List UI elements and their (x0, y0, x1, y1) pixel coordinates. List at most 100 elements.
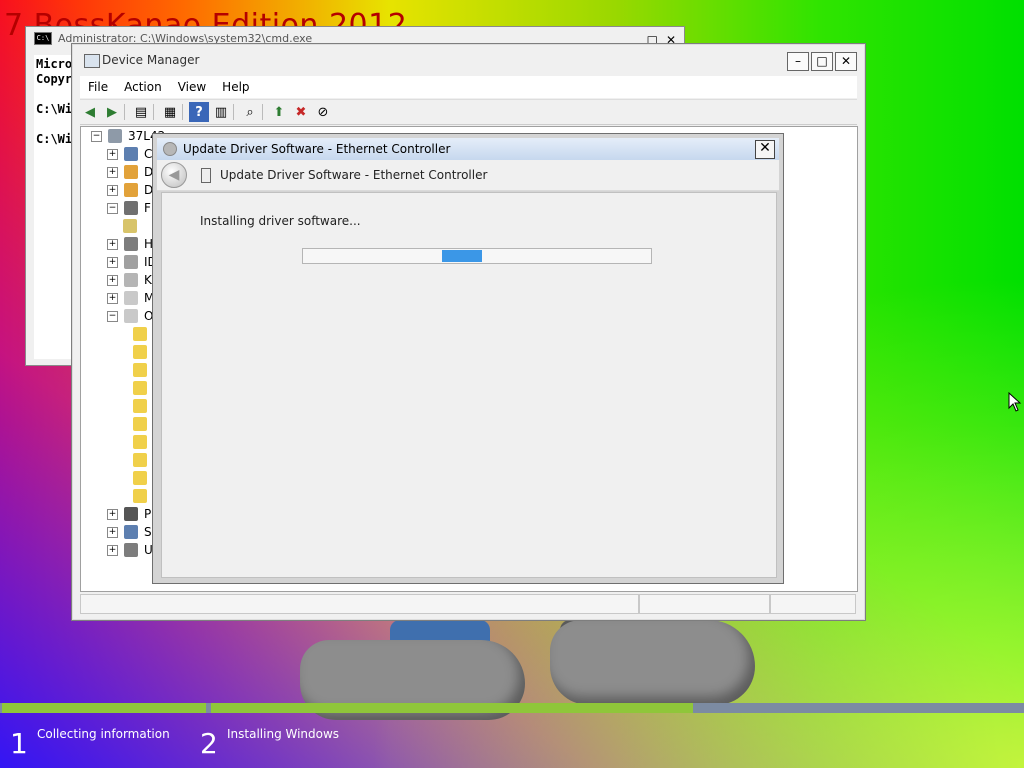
menu-help[interactable]: Help (214, 80, 257, 94)
expand-icon[interactable]: + (107, 148, 118, 160)
warning-device-icon (133, 417, 147, 431)
menu-file[interactable]: File (80, 80, 116, 94)
tree-item[interactable] (123, 217, 143, 235)
setup-progress-step-1 (2, 703, 206, 713)
expand-icon[interactable]: + (107, 256, 118, 268)
toolbar-separator (153, 104, 158, 120)
tree-item[interactable]: + Pr (107, 505, 156, 523)
device-manager-title: Device Manager (102, 53, 200, 67)
collapse-icon[interactable]: − (91, 130, 102, 142)
menu-action[interactable]: Action (116, 80, 170, 94)
tree-item[interactable]: − Fl (107, 199, 154, 217)
toolbar-separator (233, 104, 238, 120)
tree-item[interactable] (133, 415, 153, 433)
other-devices-icon (124, 309, 138, 323)
hid-icon (124, 237, 138, 251)
keyboard-icon (124, 273, 138, 287)
toolbar: ◀ ▶ ▤ ▦ ? ▥ ⌕ ⬆ ✖ ⊘ (80, 99, 857, 125)
tree-item[interactable]: − O (107, 307, 153, 325)
warning-device-icon (133, 363, 147, 377)
floppy-device-icon (123, 219, 137, 233)
step-label: Installing Windows (227, 727, 340, 741)
maximize-button[interactable]: □ (811, 52, 833, 71)
back-arrow-icon[interactable]: ◀ (80, 102, 100, 122)
tree-item[interactable] (133, 451, 153, 469)
step-number: 2 (200, 727, 218, 760)
toolbar-separator (182, 104, 187, 120)
expand-icon[interactable]: + (107, 526, 118, 538)
warning-device-icon (133, 327, 147, 341)
status-pane-3 (770, 594, 856, 614)
floppy-controller-icon (124, 201, 138, 215)
uninstall-icon[interactable]: ✖ (291, 102, 311, 122)
system-devices-icon (124, 525, 138, 539)
collapse-icon[interactable]: − (107, 310, 118, 322)
warning-device-icon (133, 471, 147, 485)
expand-icon[interactable]: + (107, 508, 118, 520)
progress-chunk (442, 250, 482, 262)
back-button[interactable]: ◀ (161, 162, 187, 188)
step-label: Collecting information (37, 727, 170, 741)
disable-device-icon[interactable]: ⊘ (313, 102, 333, 122)
minimize-button[interactable]: – (787, 52, 809, 71)
action-pane-icon[interactable]: ▥ (211, 102, 231, 122)
dialog-header: ◀ Update Driver Software - Ethernet Cont… (157, 160, 779, 191)
dvd-drive-icon (124, 183, 138, 197)
expand-icon[interactable]: + (107, 238, 118, 250)
expand-icon[interactable]: + (107, 544, 118, 556)
tree-item[interactable]: + D (107, 181, 153, 199)
menu-bar: File Action View Help (80, 76, 857, 98)
forward-arrow-icon[interactable]: ▶ (102, 102, 122, 122)
expand-icon[interactable]: + (107, 184, 118, 196)
status-pane-1 (80, 594, 639, 614)
dialog-icon (163, 142, 177, 156)
tree-item[interactable] (133, 343, 153, 361)
console-tree-icon[interactable]: ▤ (131, 102, 151, 122)
expand-icon[interactable]: + (107, 274, 118, 286)
tree-item[interactable] (133, 379, 153, 397)
tree-item[interactable]: + K (107, 271, 152, 289)
properties-icon[interactable]: ▦ (160, 102, 180, 122)
expand-icon[interactable]: + (107, 166, 118, 178)
update-driver-icon[interactable]: ⬆ (269, 102, 289, 122)
tree-item[interactable]: + Sy (107, 523, 159, 541)
tree-item[interactable] (133, 397, 153, 415)
dialog-close-button[interactable]: ✕ (755, 140, 775, 159)
tree-item[interactable] (133, 469, 153, 487)
cmd-icon: C:\ (34, 31, 52, 45)
expand-icon[interactable]: + (107, 292, 118, 304)
tree-item[interactable]: + ID (107, 253, 157, 271)
menu-view[interactable]: View (170, 80, 214, 94)
dialog-titlebar[interactable]: Update Driver Software - Ethernet Contro… (157, 138, 779, 160)
update-driver-dialog[interactable]: Update Driver Software - Ethernet Contro… (152, 133, 784, 584)
tree-item[interactable] (133, 487, 153, 505)
computer-icon (108, 129, 122, 143)
tree-item[interactable]: + U (107, 541, 153, 559)
tree-item[interactable]: + D (107, 163, 153, 181)
tree-item[interactable] (133, 361, 153, 379)
toolbar-separator (124, 104, 129, 120)
scan-hardware-icon[interactable]: ⌕ (240, 102, 260, 122)
tree-item[interactable]: + M (107, 289, 154, 307)
install-progress-bar (302, 248, 652, 264)
dialog-title: Update Driver Software - Ethernet Contro… (183, 142, 451, 156)
tree-item[interactable] (133, 325, 153, 343)
disk-drive-icon (124, 165, 138, 179)
step-number: 1 (10, 727, 28, 760)
setup-progress-step-2 (211, 703, 693, 713)
device-manager-icon (84, 54, 100, 68)
warning-device-icon (133, 399, 147, 413)
warning-device-icon (133, 489, 147, 503)
warning-device-icon (133, 345, 147, 359)
setup-steps: 1 Collecting information 2 Installing Wi… (0, 713, 1024, 768)
tree-item[interactable]: + C (107, 145, 152, 163)
help-icon[interactable]: ? (189, 102, 209, 122)
collapse-icon[interactable]: − (107, 202, 118, 214)
tree-item[interactable]: + H (107, 235, 153, 253)
usb-icon (124, 543, 138, 557)
install-status-text: Installing driver software... (200, 214, 361, 228)
device-manager-titlebar[interactable]: Device Manager – □ ✕ (72, 44, 865, 76)
close-button[interactable]: ✕ (835, 52, 857, 71)
tree-item[interactable] (133, 433, 153, 451)
computer-category-icon (124, 147, 138, 161)
